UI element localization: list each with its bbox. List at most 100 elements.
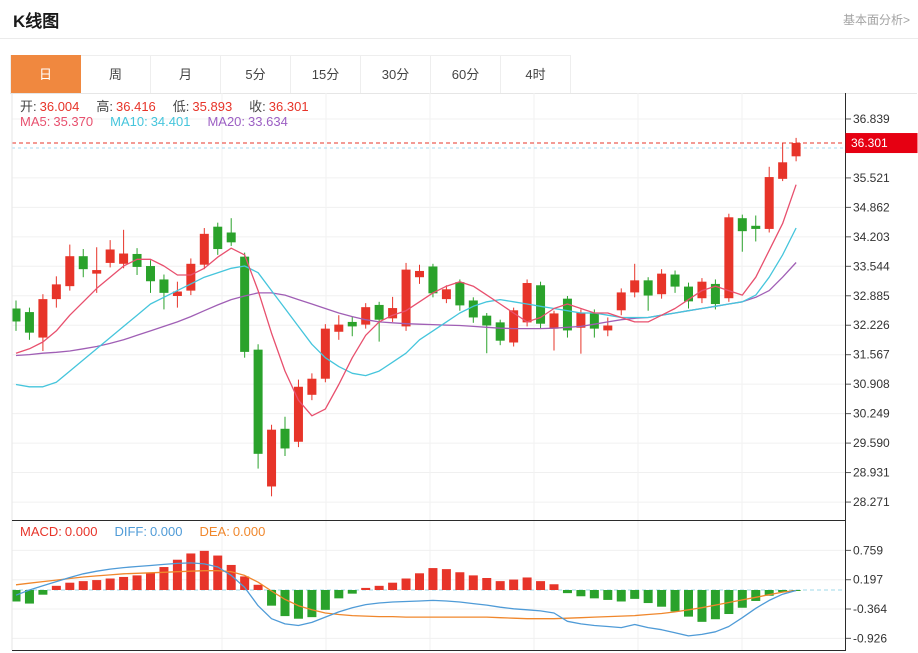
legend-value: 36.301 <box>269 99 309 114</box>
macd-hist-bar <box>657 590 666 607</box>
macd-hist-bar <box>509 580 518 590</box>
candle-body <box>455 282 464 305</box>
legend-label: 高: <box>96 99 113 114</box>
legend-value: 34.401 <box>151 114 191 129</box>
macd-legend: MACD:0.000 DIFF:0.000 DEA: 0.000 <box>20 524 282 539</box>
macd-hist-bar <box>25 590 34 604</box>
macd-hist-bar <box>361 588 370 590</box>
price-tick-label: 30.908 <box>853 377 890 391</box>
legend-macd-item: MACD:0.000 <box>20 524 100 539</box>
macd-hist-bar <box>334 590 343 598</box>
candle-body <box>751 226 760 229</box>
macd-hist-bar <box>119 577 128 590</box>
candle-body <box>65 256 74 286</box>
legend-value: 33.634 <box>248 114 288 129</box>
macd-hist-bar <box>52 586 61 590</box>
macd-hist-bar <box>536 581 545 590</box>
macd-hist-bar <box>576 590 585 596</box>
legend-label: 收: <box>249 99 266 114</box>
price-tick-label: 34.862 <box>853 200 890 214</box>
candle-body <box>644 280 653 295</box>
macd-hist-bar <box>348 590 357 594</box>
candle-body <box>361 307 370 324</box>
candle-body <box>482 316 491 326</box>
macd-hist-bar <box>254 585 263 590</box>
candle-body <box>321 329 330 379</box>
legend-ohlc-item: 开:36.004 <box>20 99 82 114</box>
legend-ohlc-item: 低:35.893 <box>173 99 235 114</box>
candle-body <box>213 227 222 249</box>
candle-body <box>240 257 249 352</box>
candle-body <box>38 299 47 337</box>
candle-body <box>200 234 209 265</box>
macd-hist-bar <box>79 581 88 590</box>
legend-ma-item: MA10:34.401 <box>110 114 193 129</box>
price-tick-label: 30.249 <box>853 407 890 421</box>
legend-label: 开: <box>20 99 37 114</box>
candle-body <box>442 289 451 299</box>
candle-body <box>119 254 128 264</box>
candle-body <box>25 312 34 333</box>
macd-hist-bar <box>159 567 168 590</box>
macd-hist-bar <box>307 590 316 617</box>
macd-hist-bar <box>415 573 424 590</box>
macd-hist-bar <box>684 590 693 617</box>
macd-hist-bar <box>133 575 142 590</box>
macd-hist-bar <box>12 590 21 601</box>
macd-tick-label: 0.759 <box>853 543 883 557</box>
candle-body <box>550 313 559 328</box>
legend-value: 36.416 <box>116 99 156 114</box>
candle-body <box>106 249 115 262</box>
candle-body <box>523 283 532 322</box>
macd-hist-bar <box>321 590 330 610</box>
legend-value: 36.004 <box>40 99 80 114</box>
candle-body <box>159 279 168 292</box>
price-tick-label: 32.885 <box>853 289 890 303</box>
macd-hist-bar <box>697 590 706 622</box>
macd-hist-bar <box>603 590 612 600</box>
candle-body <box>657 274 666 295</box>
candle-body <box>496 322 505 340</box>
candle-body <box>307 379 316 395</box>
candle-body <box>590 313 599 329</box>
candle-body <box>92 270 101 274</box>
macd-hist-bar <box>106 579 115 590</box>
candle-body <box>402 270 411 327</box>
legend-macd-item: DIFF:0.000 <box>114 524 185 539</box>
price-tick-label: 31.567 <box>853 348 890 362</box>
price-tick-label: 28.271 <box>853 495 890 509</box>
candle-body <box>792 143 801 156</box>
macd-hist-bar <box>550 584 559 590</box>
legend-label: MA5: <box>20 114 50 129</box>
candle-body <box>375 305 384 320</box>
macd-hist-bar <box>563 590 572 593</box>
macd-hist-bar <box>92 580 101 590</box>
legend-value: 35.893 <box>192 99 232 114</box>
candle-body <box>630 280 639 292</box>
candle-body <box>617 292 626 310</box>
candle-body <box>724 217 733 298</box>
legend-label: MA20: <box>207 114 245 129</box>
macd-hist-bar <box>644 590 653 603</box>
candle-body <box>12 309 21 322</box>
macd-hist-bar <box>442 569 451 590</box>
macd-tick-label: 0.197 <box>853 573 883 587</box>
candle-body <box>428 266 437 293</box>
legend-label: MA10: <box>110 114 148 129</box>
ohlc-legend: 开:36.004 高:36.416 低:35.893 收:36.301 <box>20 96 326 115</box>
candle-body <box>469 300 478 317</box>
macd-hist-bar <box>496 581 505 590</box>
price-tick-label: 28.931 <box>853 466 890 480</box>
price-tick-label: 35.521 <box>853 171 890 185</box>
macd-hist-bar <box>617 590 626 601</box>
current-price-badge-label: 36.301 <box>851 136 888 150</box>
candle-body <box>79 256 88 269</box>
legend-label: DEA: <box>199 524 229 539</box>
macd-hist-bar <box>388 583 397 590</box>
legend-value: 0.000 <box>233 524 266 539</box>
macd-hist-bar <box>523 577 532 590</box>
macd-hist-bar <box>38 590 47 595</box>
macd-tick-label: -0.926 <box>853 631 887 645</box>
macd-hist-bar <box>146 573 155 590</box>
macd-hist-bar <box>281 590 290 616</box>
